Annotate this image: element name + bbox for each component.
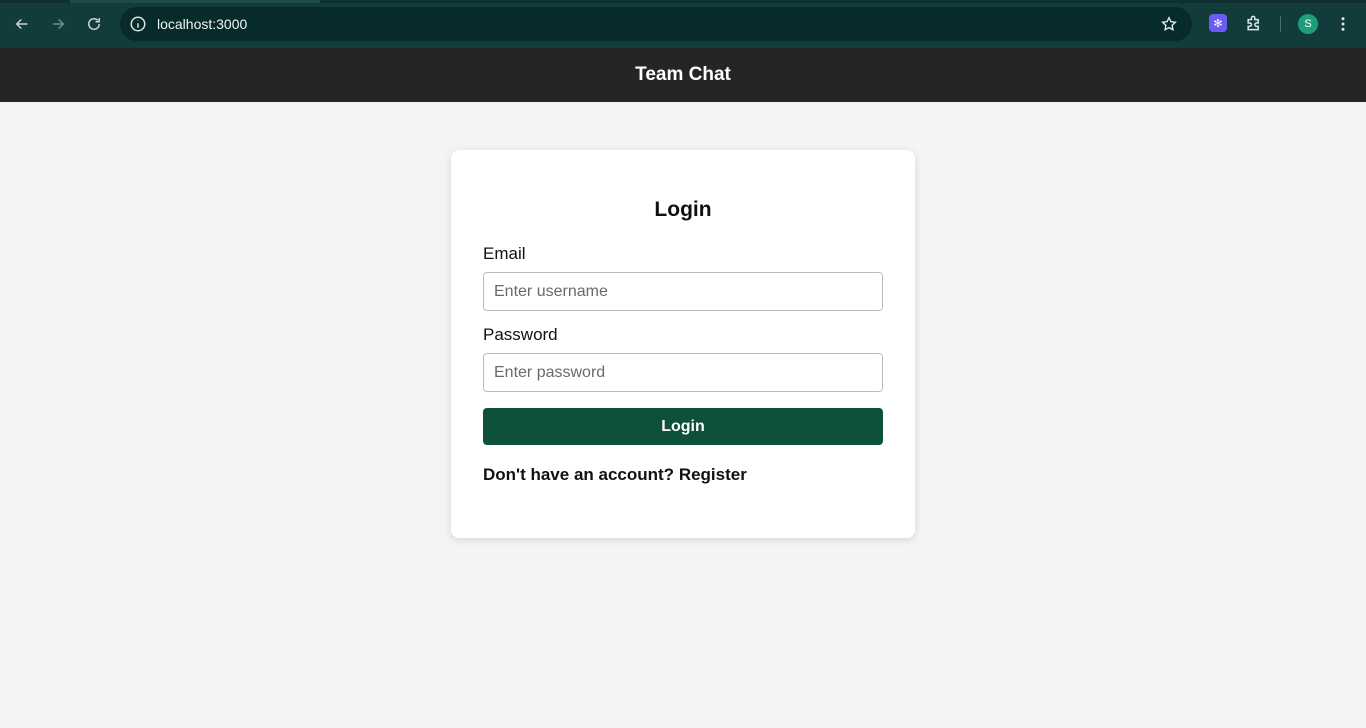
register-link[interactable]: Register: [679, 465, 747, 484]
extensions-menu-button[interactable]: [1243, 12, 1265, 34]
reload-button[interactable]: [80, 10, 108, 38]
profile-avatar[interactable]: S: [1298, 14, 1318, 34]
kebab-menu-icon: [1341, 17, 1345, 31]
password-field[interactable]: [483, 353, 883, 392]
info-icon[interactable]: [129, 15, 147, 33]
login-button[interactable]: Login: [483, 408, 883, 445]
login-title: Login: [654, 198, 712, 221]
star-icon[interactable]: [1160, 15, 1178, 33]
forward-arrow-icon: [52, 18, 65, 30]
browser-toolbar: localhost:3000 ✻ S: [0, 0, 1366, 48]
register-prompt-text: Don't have an account?: [483, 465, 675, 484]
email-label: Email: [483, 244, 526, 263]
app-header: Team Chat: [0, 48, 1366, 102]
forward-button[interactable]: [44, 10, 72, 38]
app-title: Team Chat: [635, 64, 731, 85]
register-prompt: Don't have an account? Register: [483, 465, 747, 485]
email-field[interactable]: [483, 272, 883, 311]
back-arrow-icon: [15, 18, 28, 30]
puzzle-icon: [1247, 15, 1259, 31]
toolbar-divider: [1280, 16, 1281, 32]
url-text[interactable]: localhost:3000: [157, 16, 247, 32]
extension-icon: ✻: [1209, 14, 1227, 32]
password-label: Password: [483, 325, 558, 344]
active-tab-indicator[interactable]: [70, 0, 320, 3]
reload-icon: [88, 18, 100, 30]
back-button[interactable]: [8, 10, 36, 38]
browser-menu-button[interactable]: [1333, 14, 1353, 34]
extension-button[interactable]: ✻: [1207, 12, 1229, 34]
address-bar[interactable]: localhost:3000: [120, 7, 1192, 41]
